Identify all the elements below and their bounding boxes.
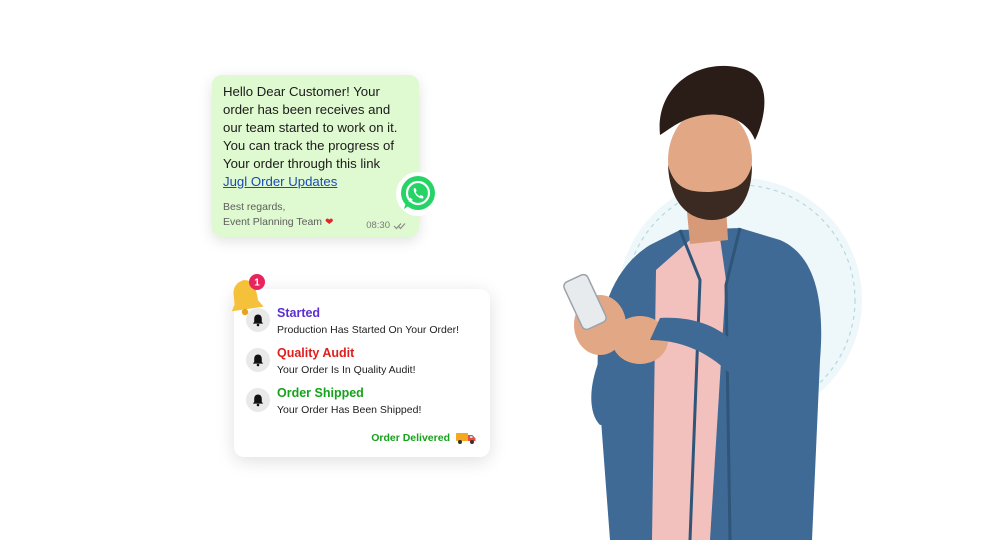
notification-description: Your Order Has Been Shipped! (277, 404, 422, 416)
signature-team: Event Planning Team (223, 216, 323, 228)
order-delivered-status: Order Delivered (371, 431, 477, 445)
notification-badge-count: 1 (254, 278, 260, 289)
notification-title: Started (277, 306, 321, 320)
signature-greeting: Best regards, (223, 201, 286, 213)
order-status-card: Started Production Has Started On Your O… (234, 289, 490, 457)
notification-item-quality-audit[interactable]: Quality Audit Your Order Is In Quality A… (246, 346, 416, 378)
whatsapp-message-card: Hello Dear Customer! Your order has been… (212, 75, 419, 237)
delivered-label: Order Delivered (371, 432, 450, 444)
bell-icon (246, 388, 270, 412)
notification-bell-icon: 1 (231, 274, 265, 316)
person-illustration (563, 65, 862, 540)
notification-title: Quality Audit (277, 346, 355, 360)
notification-item-order-shipped[interactable]: Order Shipped Your Order Has Been Shippe… (246, 386, 421, 418)
notification-title: Order Shipped (277, 386, 364, 400)
bell-icon (246, 348, 270, 372)
message-meta: 08:30 (366, 220, 406, 231)
message-body: Hello Dear Customer! Your order has been… (223, 84, 398, 171)
delivery-truck-icon (456, 433, 476, 444)
notification-description: Your Order Is In Quality Audit! (277, 364, 416, 376)
notification-item-started[interactable]: Started Production Has Started On Your O… (246, 306, 459, 338)
message-time: 08:30 (366, 220, 390, 231)
heart-icon: ❤ (324, 217, 334, 228)
order-updates-link[interactable]: Jugl Order Updates (223, 173, 337, 191)
notification-description: Production Has Started On Your Order! (277, 324, 460, 336)
double-check-icon (393, 222, 406, 229)
whatsapp-icon (396, 172, 440, 216)
